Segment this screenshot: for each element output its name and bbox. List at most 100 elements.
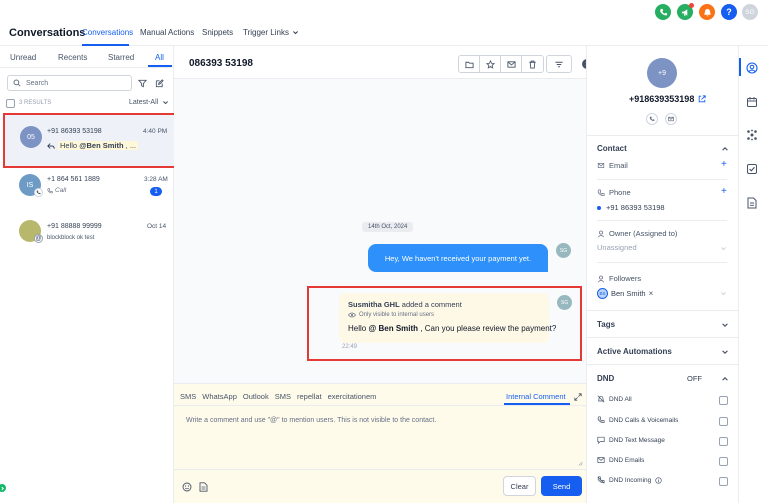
- dnd-emails-label: DND Emails: [609, 456, 645, 464]
- clear-button-label: Clear: [510, 481, 529, 491]
- message-time: Oct 14: [147, 223, 167, 230]
- filter-messages-button[interactable]: [546, 55, 572, 73]
- mark-unread-button[interactable]: [501, 56, 522, 72]
- list-tab-all[interactable]: All: [155, 53, 164, 62]
- list-item[interactable]: @ +91 88888 99999 Oct 14 blockblock ok t…: [4, 214, 174, 260]
- star-icon: [485, 59, 495, 69]
- channel-tab-exercitationem[interactable]: exercitationem: [328, 392, 377, 401]
- follower-name: Ben Smith: [611, 288, 646, 298]
- email-row: Email: [597, 161, 628, 170]
- list-item[interactable]: IS +1 864 561 1889 3:28 AM Call 1: [4, 168, 174, 214]
- owner-label: Owner (Assigned to): [609, 229, 678, 238]
- filter-lines-icon: [555, 61, 563, 67]
- announcements-button[interactable]: [677, 3, 694, 20]
- notes-icon[interactable]: [746, 197, 758, 209]
- dnd-calls-checkbox[interactable]: [719, 417, 728, 426]
- highlight-box-list-item: [3, 113, 176, 168]
- move-folder-button[interactable]: [459, 56, 480, 72]
- message-preview: Call: [47, 187, 66, 194]
- sort-dropdown[interactable]: Latest-All: [129, 99, 169, 106]
- filter-icon[interactable]: [138, 79, 147, 88]
- channel-tab-sms[interactable]: SMS: [180, 392, 196, 401]
- list-tab-recents[interactable]: Recents: [58, 53, 87, 62]
- user-avatar[interactable]: SG: [742, 4, 758, 20]
- calendar-icon[interactable]: [746, 96, 758, 108]
- phone-incoming-icon: [597, 476, 605, 484]
- followers-select[interactable]: BS Ben Smith ×: [597, 287, 727, 301]
- phone-label: Phone: [609, 188, 631, 197]
- nav-tab-manual-actions[interactable]: Manual Actions: [140, 28, 194, 37]
- external-link-icon[interactable]: [698, 95, 706, 103]
- star-button[interactable]: [480, 56, 501, 72]
- select-all-checkbox[interactable]: [6, 99, 15, 108]
- phone-value[interactable]: +91 86393 53198: [606, 203, 665, 212]
- contact-phone-title-text: +918639353198: [629, 94, 695, 104]
- channel-tab-sms-2[interactable]: SMS: [275, 392, 291, 401]
- contact-email-button[interactable]: [665, 113, 677, 125]
- question-mark-icon: ?: [726, 7, 732, 17]
- unread-badge: 1: [150, 187, 162, 196]
- resize-handle-icon[interactable]: [577, 460, 583, 466]
- call-button[interactable]: [655, 4, 671, 20]
- dnd-incoming-checkbox[interactable]: [719, 477, 728, 486]
- composer: SMS WhatsApp Outlook SMS repellat exerci…: [174, 383, 586, 503]
- composer-tabs-divider: [174, 405, 586, 406]
- highlight-box-comment: [307, 286, 582, 361]
- tasks-icon[interactable]: [746, 163, 758, 175]
- add-email-button[interactable]: +: [721, 159, 727, 170]
- nav-tab-trigger-links[interactable]: Trigger Links: [243, 28, 299, 37]
- megaphone-icon: [681, 8, 687, 16]
- add-phone-button[interactable]: +: [721, 186, 727, 197]
- chat-actions-group: [458, 55, 544, 73]
- nav-tab-conversations[interactable]: Conversations: [82, 28, 133, 37]
- document-icon[interactable]: [199, 482, 208, 492]
- channel-tab-outlook[interactable]: Outlook: [243, 392, 269, 401]
- page-title: Conversations: [9, 27, 86, 39]
- channel-badge: @: [34, 234, 43, 243]
- contact-profile-icon[interactable]: [746, 62, 758, 74]
- nav-tab-snippets[interactable]: Snippets: [202, 28, 233, 37]
- tags-heading[interactable]: Tags: [597, 320, 615, 329]
- compose-icon[interactable]: [155, 79, 164, 88]
- dnd-calls-row: DND Calls & Voicemails: [597, 416, 678, 424]
- owner-value: Unassigned: [597, 243, 637, 252]
- chevron-down-icon[interactable]: [721, 321, 729, 329]
- automations-heading[interactable]: Active Automations: [597, 347, 672, 356]
- contact-call-button[interactable]: [646, 113, 658, 125]
- chevron-down-icon[interactable]: [721, 348, 729, 356]
- dnd-emails-checkbox[interactable]: [719, 457, 728, 466]
- channel-tab-whatsapp[interactable]: WhatsApp: [202, 392, 237, 401]
- contact-header-divider: [587, 135, 739, 136]
- owner-select[interactable]: Unassigned: [597, 243, 727, 255]
- dnd-all-checkbox[interactable]: [719, 396, 728, 405]
- sort-label: Latest-All: [129, 99, 159, 106]
- emoji-icon[interactable]: [182, 482, 192, 492]
- phone-icon: [597, 188, 605, 196]
- automations-divider: [587, 364, 739, 365]
- remove-follower-icon[interactable]: ×: [649, 289, 654, 298]
- comment-input[interactable]: Write a comment and use "@" to mention u…: [186, 417, 436, 424]
- followers-row: Followers: [597, 274, 641, 283]
- list-tab-unread[interactable]: Unread: [10, 53, 36, 62]
- send-button[interactable]: Send: [541, 476, 582, 496]
- dnd-state[interactable]: OFF: [687, 374, 702, 383]
- notifications-button[interactable]: [699, 4, 715, 20]
- help-button[interactable]: ?: [721, 4, 737, 20]
- clear-button[interactable]: Clear: [503, 476, 536, 496]
- users-icon: [597, 275, 605, 282]
- delete-button[interactable]: [522, 56, 543, 72]
- chevron-up-icon[interactable]: [721, 375, 729, 383]
- phone-icon: [597, 416, 605, 423]
- email-label: Email: [609, 161, 628, 170]
- channel-tab-repellat[interactable]: repellat: [297, 392, 322, 401]
- integrations-icon[interactable]: [746, 129, 758, 141]
- chevron-up-icon[interactable]: [721, 145, 729, 153]
- info-icon[interactable]: [655, 476, 662, 484]
- channel-tab-internal-comment[interactable]: Internal Comment: [506, 392, 566, 401]
- expand-icon[interactable]: [574, 393, 582, 401]
- dnd-text-checkbox[interactable]: [719, 437, 728, 446]
- list-tab-starred[interactable]: Starred: [108, 53, 134, 62]
- search-input[interactable]: Search: [7, 75, 132, 91]
- message-icon: [597, 436, 605, 444]
- dnd-text-row: DND Text Message: [597, 436, 665, 444]
